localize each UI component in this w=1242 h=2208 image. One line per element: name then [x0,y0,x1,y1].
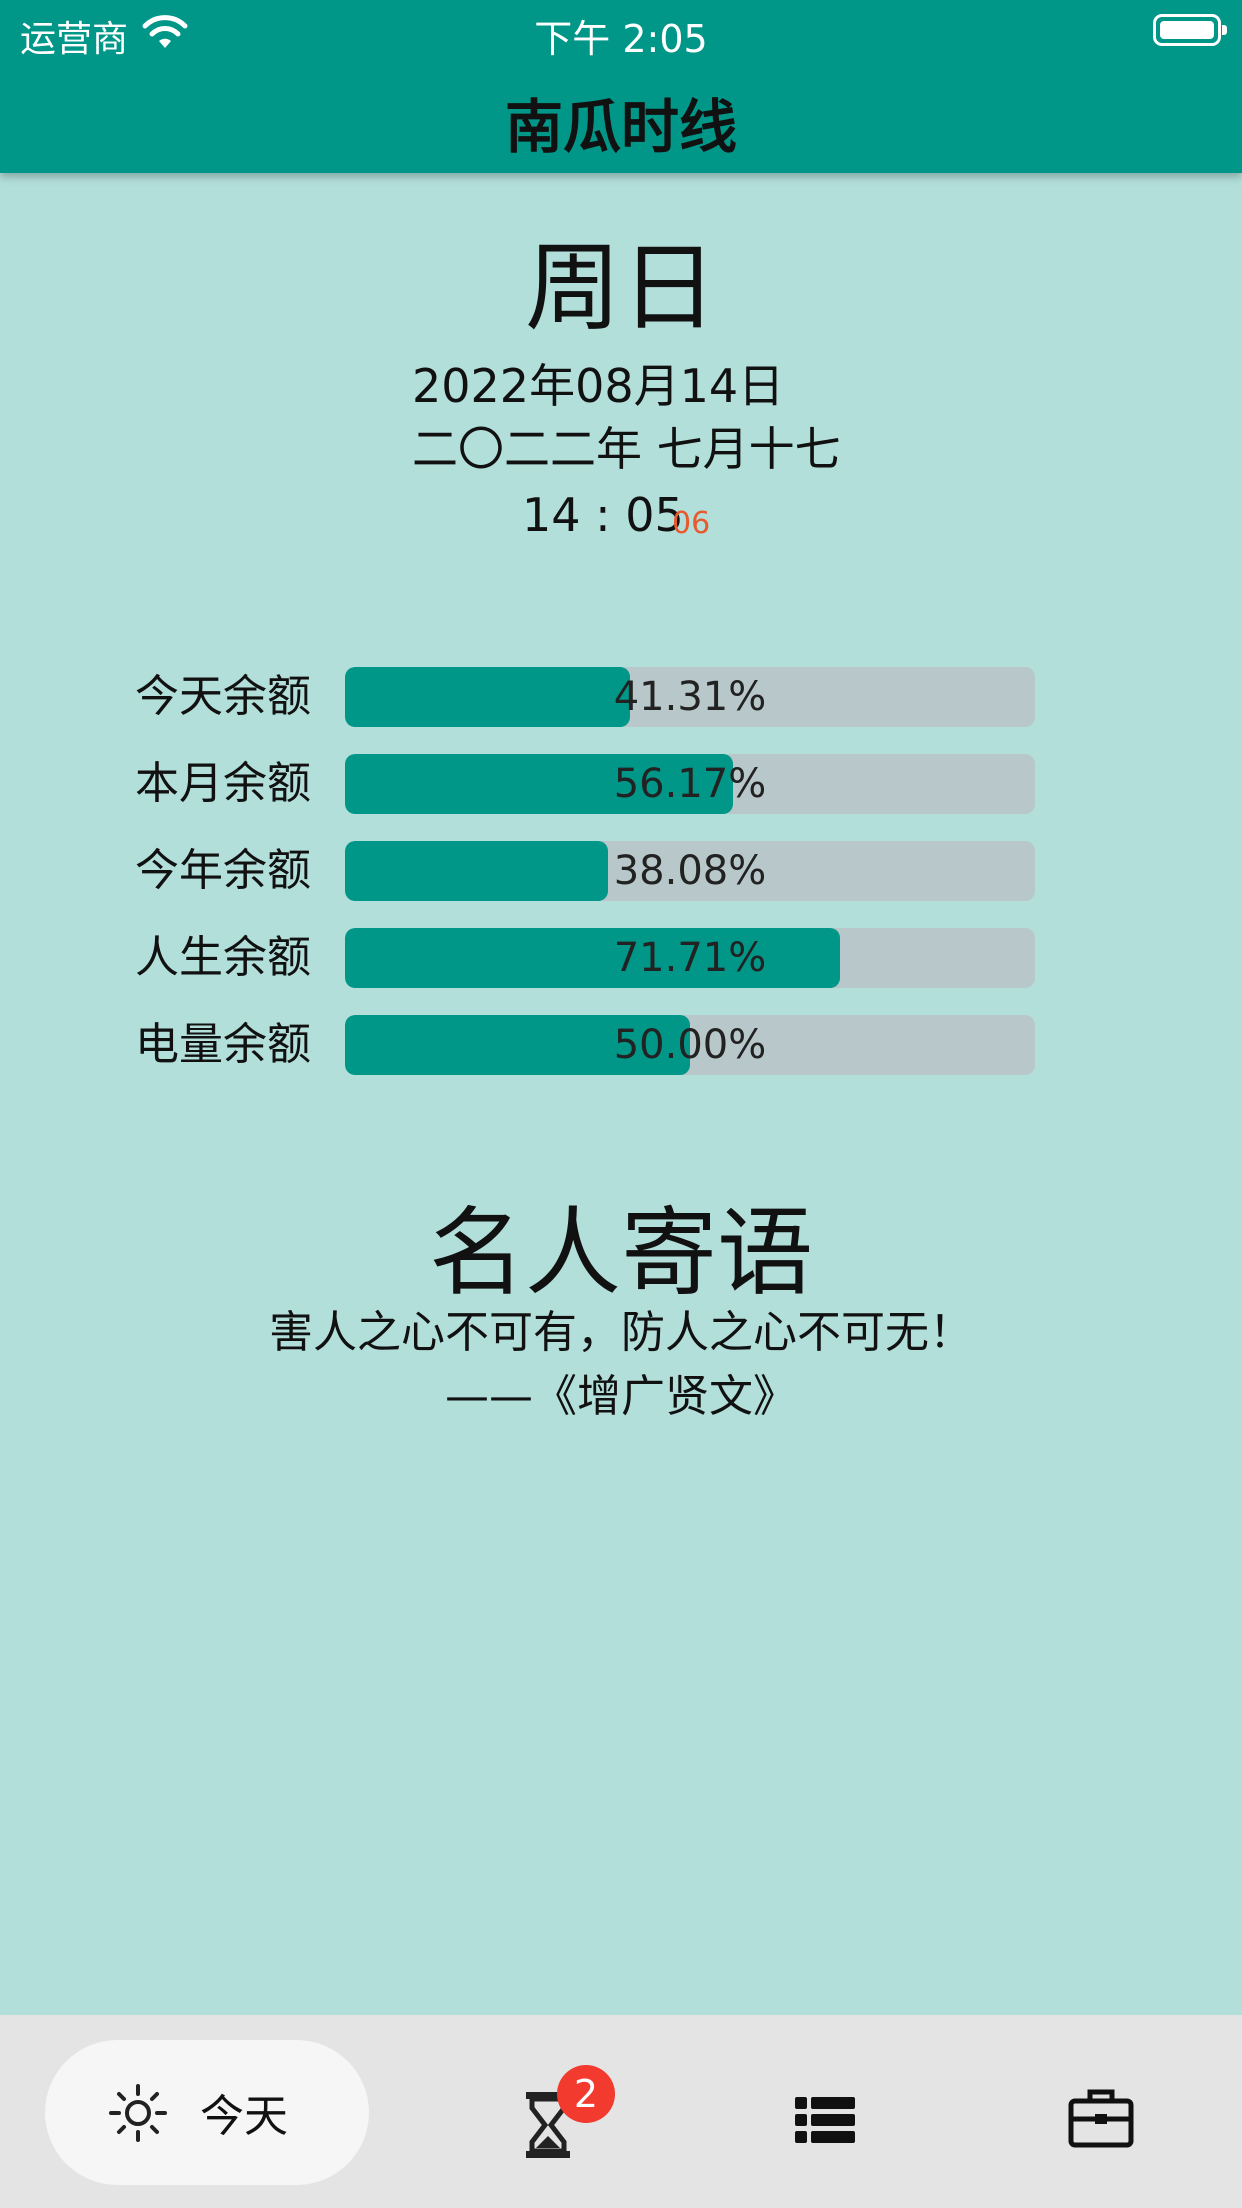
nav-item-today[interactable]: 今天 [45,2040,369,2185]
progress-value: 41.31% [613,674,767,720]
progress-track: 50.00% [345,1015,1035,1075]
clock-seconds: 06 [672,506,711,541]
stat-label: 人生余额 [135,932,311,983]
progress-track: 38.08% [345,841,1035,901]
progress-track: 71.71% [345,928,1035,988]
timer-badge: 2 [557,2065,615,2123]
list-icon[interactable] [795,2095,855,2145]
stat-label: 今年余额 [135,845,311,896]
progress-value: 71.71% [613,935,767,981]
page-title: 南瓜时线 [504,93,737,161]
quote-source: ——《增广贤文》 [445,1371,797,1422]
progress-value: 38.08% [613,848,767,894]
progress-track: 56.17% [345,754,1035,814]
sun-icon [109,2084,167,2142]
battery-icon [1153,14,1227,46]
stat-label: 今天余额 [135,671,311,722]
progress-track: 41.31% [345,667,1035,727]
nav-item-today-label: 今天 [200,2091,288,2142]
quote-text: 害人之心不可有，防人之心不可无！ [269,1307,973,1358]
stat-label: 电量余额 [135,1019,311,1070]
status-time: 下午 2:05 [534,17,708,61]
stat-row-life: 人生余额 71.71% [0,928,1242,988]
briefcase-icon[interactable] [1068,2087,1134,2149]
stat-row-today: 今天余额 41.31% [0,667,1242,727]
lunar-date: 二〇二二年 七月十七 [412,422,841,476]
quote-title: 名人寄语 [429,1197,813,1309]
progress-value: 50.00% [613,1022,767,1068]
app-header: 运营商 下午 2:05 南瓜时线 [0,0,1242,173]
stat-row-month: 本月余额 56.17% [0,754,1242,814]
stat-row-year: 今年余额 38.08% [0,841,1242,901]
weekday: 周日 [525,232,717,344]
stat-label: 本月余额 [135,758,311,809]
bottom-nav: 今天 2 [0,2015,1242,2208]
clock-time: 14 : 05 [522,488,684,542]
gregorian-date: 2022年08月14日 [412,359,785,413]
progress-value: 56.17% [613,761,767,807]
stat-row-battery: 电量余额 50.00% [0,1015,1242,1075]
